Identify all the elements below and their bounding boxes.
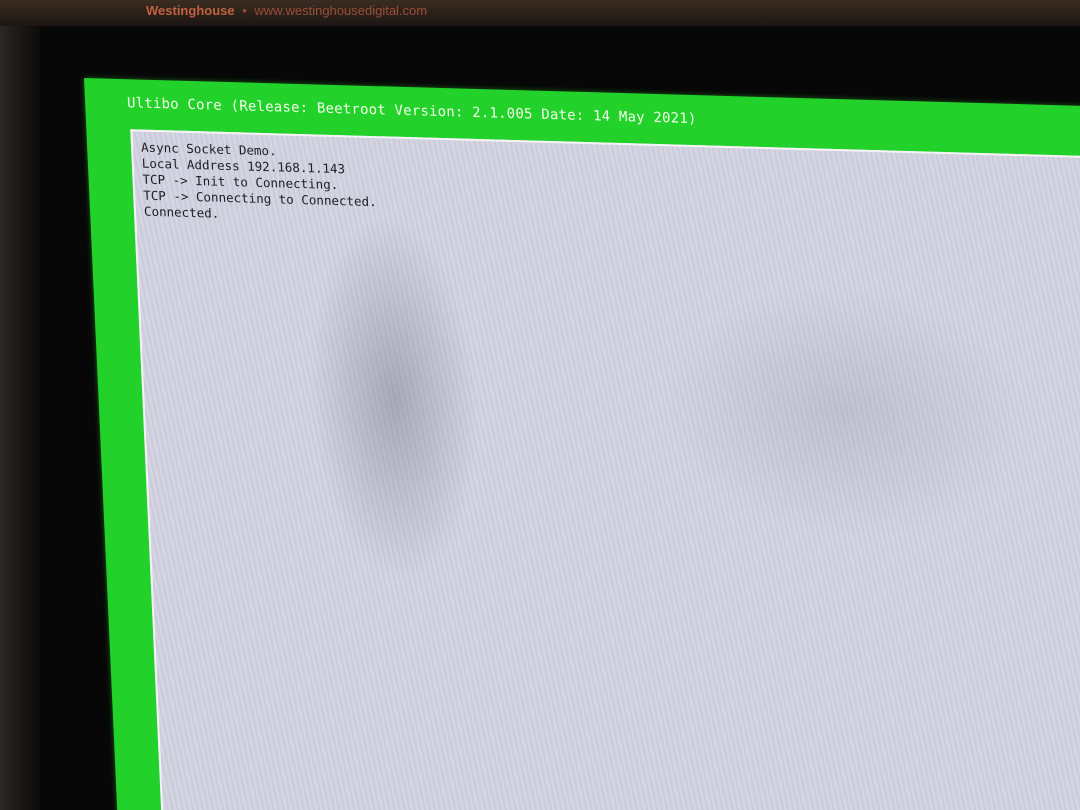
ultibo-screen: Ultibo Core (Release: Beetroot Version: … xyxy=(84,78,1080,810)
monitor-bezel: Westinghouse • www.westinghousedigital.c… xyxy=(0,0,1080,810)
brand-url: www.westinghousedigital.com xyxy=(254,3,428,18)
console-window: Async Socket Demo. Local Address 192.168… xyxy=(130,129,1080,810)
ultibo-title-bar: Ultibo Core (Release: Beetroot Version: … xyxy=(126,95,697,128)
monitor-brand-label: Westinghouse • www.westinghousedigital.c… xyxy=(146,3,427,18)
brand-separator: • xyxy=(242,3,247,18)
monitor-left-edge xyxy=(0,26,40,810)
brand-name: Westinghouse xyxy=(146,3,235,18)
console-output: Async Socket Demo. Local Address 192.168… xyxy=(141,140,378,227)
